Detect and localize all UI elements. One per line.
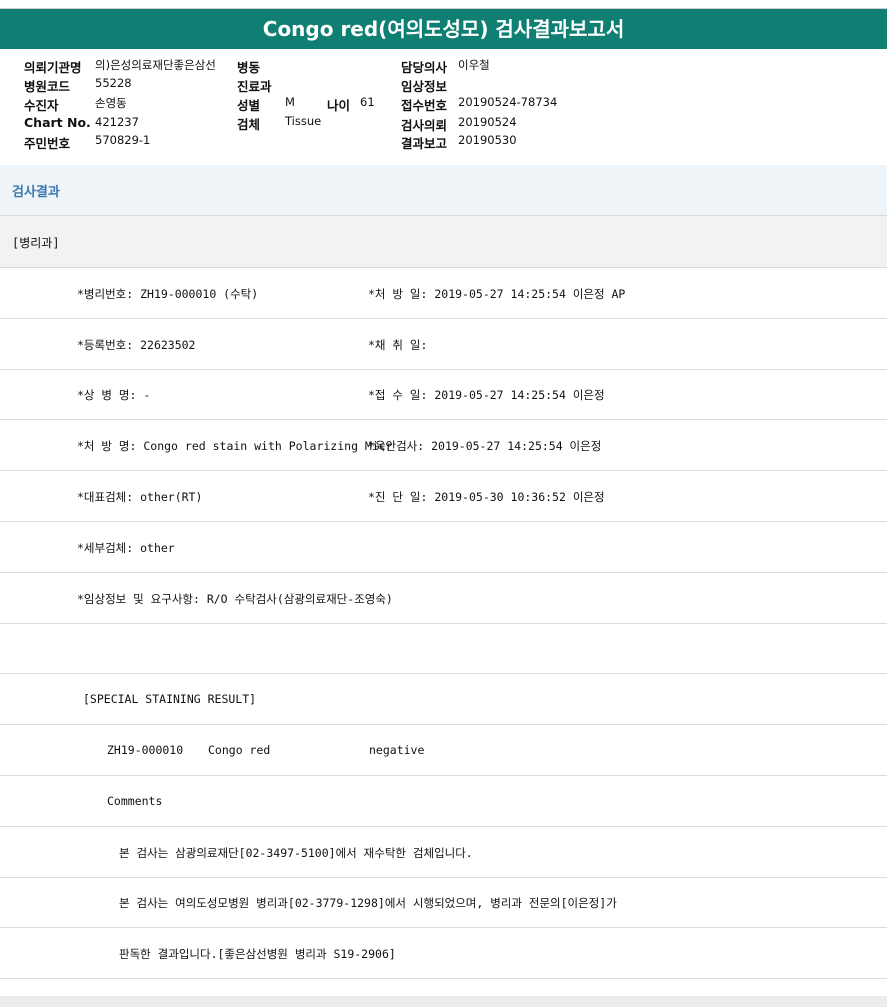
hospital-code-label: 병원코드 bbox=[24, 79, 71, 94]
result-row: *임상정보 및 요구사항: R/O 수탁검사(삼광의료재단-조영숙) bbox=[0, 573, 887, 624]
specimen-label: 검체 bbox=[237, 117, 261, 132]
hospital-code-value: 55228 bbox=[95, 76, 132, 90]
id-value: 570829-1 bbox=[95, 133, 151, 147]
result-row: *등록번호: 22623502 *채 취 일: bbox=[0, 319, 887, 370]
sex-value: M bbox=[285, 95, 295, 109]
collector-value: 손영동 bbox=[95, 96, 127, 110]
chart-value: 421237 bbox=[95, 115, 139, 129]
report-label: 결과보고 bbox=[401, 136, 448, 151]
department-label: [병리과] bbox=[12, 236, 60, 250]
result-row: *상 병 명: - *접 수 일: 2019-05-27 14:25:54 이은… bbox=[0, 369, 887, 420]
receipt-value: 20190524-78734 bbox=[458, 95, 558, 109]
clinical-info-label: 임상정보 bbox=[401, 79, 448, 94]
row-left: *처 방 명: Congo red stain with Polarizing … bbox=[77, 439, 393, 453]
row-left: *세부검체: other bbox=[77, 541, 175, 555]
id-label: 주민번호 bbox=[24, 136, 71, 151]
result-row: *세부검체: other bbox=[0, 522, 887, 573]
department-label: 진료과 bbox=[237, 79, 272, 94]
result-row: *대표검체: other(RT) *진 단 일: 2019-05-30 10:3… bbox=[0, 471, 887, 522]
row-right: *접 수 일: 2019-05-27 14:25:54 이은정 bbox=[368, 388, 605, 402]
patient-info-header: 의뢰기관명 의)은성의료재단좋은삼선 병동 담당의사 이우철 병원코드 5522… bbox=[0, 48, 887, 166]
institution-value: 의)은성의료재단좋은삼선 bbox=[95, 58, 216, 72]
stain-name: Congo red bbox=[208, 743, 271, 757]
request-label: 검사의뢰 bbox=[401, 118, 448, 133]
department-bar: [병리과] bbox=[0, 216, 887, 268]
result-row: 본 검사는 여의도성모병원 병리과[02-3779-1298]에서 시행되었으며… bbox=[0, 877, 887, 928]
result-row: [SPECIAL STAINING RESULT] bbox=[0, 674, 887, 725]
row-left: *병리번호: ZH19-000010 (수탁) bbox=[77, 287, 259, 301]
collector-label: 수진자 bbox=[24, 98, 59, 113]
ward-label: 병동 bbox=[237, 60, 261, 75]
institution-label: 의뢰기관명 bbox=[24, 60, 82, 75]
footer-bar bbox=[0, 996, 887, 1007]
row-left: *상 병 명: - bbox=[77, 388, 151, 402]
doctor-value: 이우철 bbox=[458, 58, 490, 72]
result-row: Comments bbox=[0, 776, 887, 827]
result-row: *처 방 명: Congo red stain with Polarizing … bbox=[0, 420, 887, 471]
receipt-label: 접수번호 bbox=[401, 98, 448, 113]
section-header: 검사결과 bbox=[0, 165, 887, 216]
blank-row bbox=[0, 623, 887, 674]
report-title: Congo red(여의도성모) 검사결과보고서 bbox=[0, 8, 887, 49]
report-value: 20190530 bbox=[458, 133, 517, 147]
stain-outcome: negative bbox=[369, 743, 425, 757]
doctor-label: 담당의사 bbox=[401, 60, 448, 75]
staining-heading: [SPECIAL STAINING RESULT] bbox=[83, 692, 257, 706]
row-right: *채 취 일: bbox=[368, 338, 428, 352]
case-number: ZH19-000010 bbox=[107, 743, 184, 757]
comments-label: Comments bbox=[107, 794, 163, 808]
row-right: *진 단 일: 2019-05-30 10:36:52 이은정 bbox=[368, 490, 605, 504]
row-right: *처 방 일: 2019-05-27 14:25:54 이은정 AP bbox=[368, 287, 626, 301]
row-left: *대표검체: other(RT) bbox=[77, 490, 203, 504]
row-left: *임상정보 및 요구사항: R/O 수탁검사(삼광의료재단-조영숙) bbox=[77, 592, 393, 606]
comment-line: 본 검사는 여의도성모병원 병리과[02-3779-1298]에서 시행되었으며… bbox=[119, 896, 617, 910]
row-left: *등록번호: 22623502 bbox=[77, 338, 196, 352]
result-row: 판독한 결과입니다.[좋은삼선병원 병리과 S19-2906] bbox=[0, 928, 887, 979]
row-right: *육안검사: 2019-05-27 14:25:54 이은정 bbox=[368, 439, 602, 453]
result-row: *병리번호: ZH19-000010 (수탁) *처 방 일: 2019-05-… bbox=[0, 268, 887, 319]
section-title: 검사결과 bbox=[12, 185, 60, 200]
result-row: 본 검사는 삼광의료재단[02-3497-5100]에서 재수탁한 검체입니다. bbox=[0, 827, 887, 878]
sex-label: 성별 bbox=[237, 98, 261, 113]
age-label: 나이 bbox=[327, 98, 351, 113]
age-value: 61 bbox=[360, 95, 375, 109]
comment-line: 판독한 결과입니다.[좋은삼선병원 병리과 S19-2906] bbox=[119, 947, 396, 961]
request-value: 20190524 bbox=[458, 115, 517, 129]
result-row: ZH19-000010 Congo red negative bbox=[0, 725, 887, 776]
chart-label: Chart No. bbox=[24, 115, 91, 130]
specimen-value: Tissue bbox=[285, 114, 322, 128]
comment-line: 본 검사는 삼광의료재단[02-3497-5100]에서 재수탁한 검체입니다. bbox=[119, 846, 473, 860]
